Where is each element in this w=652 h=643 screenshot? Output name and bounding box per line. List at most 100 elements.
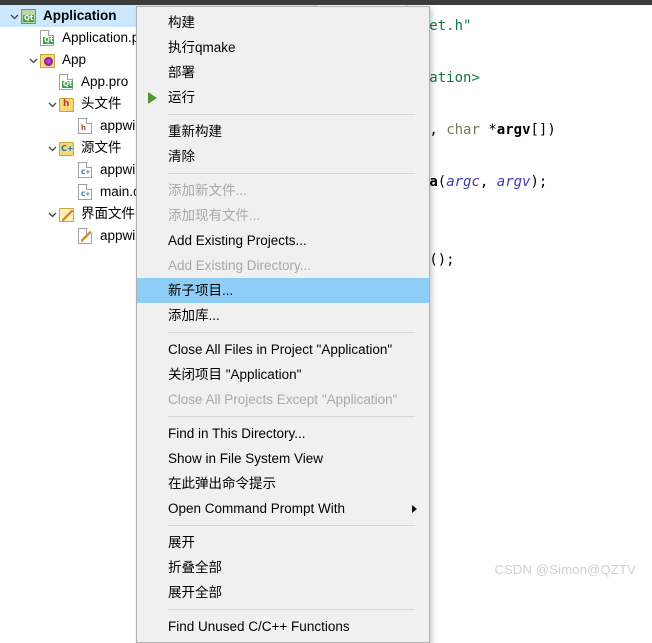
tree-item-label: appwi [100, 162, 136, 178]
chevron-down-icon[interactable] [27, 49, 40, 71]
code-editor-pane[interactable]: #include "appwidget.h" #include <QApplic… [406, 5, 652, 589]
header-folder-icon: h [59, 96, 76, 113]
qt-pro-file-icon: Qt [40, 30, 57, 47]
menu-item-gutter [137, 60, 168, 85]
menu-item-gutter [137, 119, 168, 144]
source-folder-icon: C+ [59, 140, 76, 157]
menu-item-label: 折叠全部 [168, 559, 222, 575]
menu-item[interactable]: 新子项目... [137, 278, 429, 303]
project-context-menu[interactable]: 构建执行qmake 部署运行重新构建清除添加新文件... 添加现有文件... Add … [136, 6, 430, 643]
qt-project-icon: Qt [21, 8, 38, 25]
menu-item[interactable]: 添加库... [137, 303, 429, 328]
menu-item[interactable]: 展开 [137, 530, 429, 555]
menu-item[interactable]: Find in This Directory... [137, 421, 429, 446]
menu-item-gutter [137, 580, 168, 605]
menu-item-label: Open Command Prompt With [168, 500, 346, 516]
tree-arrow-placeholder [27, 27, 40, 49]
menu-item[interactable]: 折叠全部 [137, 555, 429, 580]
menu-item[interactable]: 构建 [137, 10, 429, 35]
menu-item[interactable]: 在此弹出命令提示 [137, 471, 429, 496]
ui-folder-icon [59, 206, 76, 223]
gear-folder-icon [40, 52, 57, 69]
menu-item-gutter [137, 337, 168, 362]
header-file-icon: h [78, 118, 95, 135]
menu-item: Close All Projects Except "Application" [137, 387, 429, 412]
menu-item-gutter [137, 144, 168, 169]
menu-item-label: 添加现有文件... [168, 207, 261, 223]
csdn-watermark: CSDN @Simon@QZTV [494, 562, 636, 577]
menu-item-label: 关闭项目 "Application" [168, 366, 302, 382]
tree-arrow-placeholder [46, 71, 59, 93]
menu-separator [168, 609, 415, 610]
menu-item[interactable]: Close All Files in Project "Application" [137, 337, 429, 362]
submenu-arrow-icon [412, 496, 417, 521]
ui-file-icon [78, 228, 95, 245]
chevron-down-icon[interactable] [46, 203, 59, 225]
menu-item-gutter [137, 303, 168, 328]
menu-item-gutter [137, 421, 168, 446]
menu-item[interactable]: 清除 [137, 144, 429, 169]
menu-item[interactable]: Show in File System View [137, 446, 429, 471]
tree-item-label: 头文件 [81, 96, 122, 112]
menu-item-label: Find in This Directory... [168, 425, 306, 441]
menu-item[interactable]: 关闭项目 "Application" [137, 362, 429, 387]
chevron-down-icon[interactable] [46, 93, 59, 115]
menu-item-label: 运行 [168, 89, 195, 105]
menu-separator [168, 173, 415, 174]
menu-item[interactable]: 部署 [137, 60, 429, 85]
tree-item-label: Application.p [62, 30, 140, 46]
tree-item-label: 源文件 [81, 140, 122, 156]
menu-item-label: Close All Projects Except "Application" [168, 391, 398, 407]
menu-item[interactable]: Open Command Prompt With [137, 496, 429, 521]
menu-item-label: Show in File System View [168, 450, 324, 466]
menu-item-gutter [137, 10, 168, 35]
chevron-down-icon[interactable] [8, 5, 21, 27]
menu-item[interactable]: Find Unused C/C++ Functions [137, 614, 429, 639]
menu-item[interactable]: Add Existing Projects... [137, 228, 429, 253]
menu-item-label: 清除 [168, 148, 195, 164]
menu-item-label: 展开 [168, 534, 195, 550]
tree-item-label: appwi [100, 228, 136, 244]
menu-item[interactable]: 运行 [137, 85, 429, 110]
menu-item-gutter [137, 203, 168, 228]
menu-item-label: 构建 [168, 14, 195, 30]
menu-item-label: 新子项目... [168, 282, 234, 298]
menu-item-label: Find Unused C/C++ Functions [168, 618, 350, 634]
menu-item-gutter [137, 253, 168, 278]
menu-item-label: Close All Files in Project "Application" [168, 341, 393, 357]
menu-item-label: 在此弹出命令提示 [168, 475, 276, 491]
menu-separator [168, 525, 415, 526]
tree-item-label: Application [43, 8, 117, 24]
menu-item-label: Add Existing Directory... [168, 257, 312, 273]
chevron-down-icon[interactable] [46, 137, 59, 159]
qt-pro-file-icon: Qt [59, 74, 76, 91]
tree-item-label: App.pro [81, 74, 129, 90]
menu-item: 添加新文件... [137, 178, 429, 203]
tree-item-label: appwi [100, 118, 136, 134]
tree-arrow-placeholder [65, 225, 78, 247]
menu-item: Add Existing Directory... [137, 253, 429, 278]
menu-item-gutter [137, 178, 168, 203]
menu-item-gutter [137, 496, 168, 521]
menu-item-label: 添加新文件... [168, 182, 247, 198]
menu-item[interactable]: 重新构建 [137, 119, 429, 144]
menu-item-label: 重新构建 [168, 123, 222, 139]
menu-item-gutter [137, 387, 168, 412]
menu-item[interactable]: 执行qmake [137, 35, 429, 60]
menu-item-gutter [137, 278, 168, 303]
menu-item-gutter [137, 362, 168, 387]
menu-item[interactable]: 展开全部 [137, 580, 429, 605]
menu-item-gutter [137, 446, 168, 471]
menu-item-gutter [137, 530, 168, 555]
menu-separator [168, 416, 415, 417]
